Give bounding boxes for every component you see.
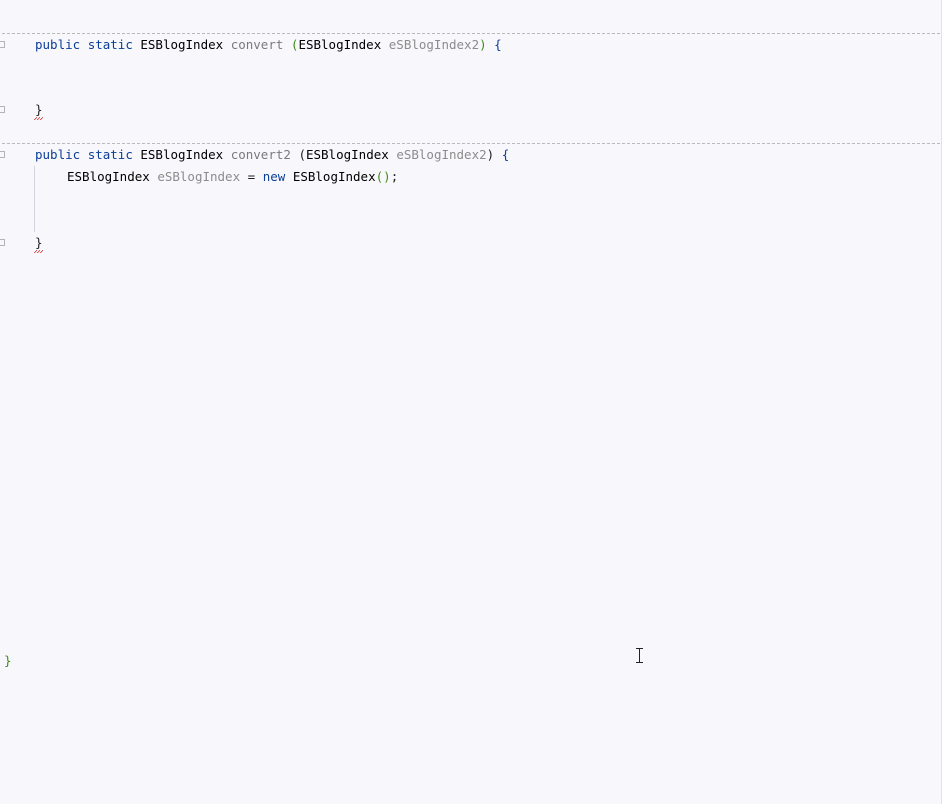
fold-marker-icon[interactable] (0, 151, 5, 158)
semicolon: ; (390, 169, 399, 184)
param-type: ESBlogIndex (305, 147, 389, 162)
fold-marker-icon[interactable] (0, 106, 5, 113)
param-type: ESBlogIndex (298, 37, 382, 52)
assign-operator: = (247, 169, 256, 184)
code-line-method1-signature[interactable]: public static ESBlogIndex convert (ESBlo… (35, 36, 502, 54)
close-brace-text: } (35, 102, 43, 117)
method-separator (2, 33, 940, 34)
open-brace: { (501, 147, 510, 162)
keyword-public: public (35, 147, 81, 162)
method-name: convert2 (230, 147, 291, 162)
fold-marker-icon[interactable] (0, 41, 5, 48)
keyword-static: static (87, 37, 133, 52)
error-squiggle (34, 117, 43, 120)
code-line-method2-signature[interactable]: public static ESBlogIndex convert2 (ESBl… (35, 146, 509, 164)
open-brace: { (494, 37, 502, 52)
var-type: ESBlogIndex (67, 169, 150, 184)
code-line-method2-body[interactable]: ESBlogIndex eSBlogIndex = new ESBlogInde… (67, 168, 398, 186)
indent-guide (34, 166, 35, 232)
ctor-parens: () (375, 169, 391, 184)
text-cursor-bottom (636, 662, 643, 663)
close-brace-text: } (35, 235, 43, 250)
close-paren: ) (486, 147, 495, 162)
close-brace: } (34, 102, 43, 120)
param-name: eSBlogIndex2 (396, 147, 487, 162)
keyword-static: static (87, 147, 133, 162)
method-name: convert (230, 37, 284, 52)
class-close-brace[interactable]: } (4, 652, 12, 670)
fold-marker-icon[interactable] (0, 239, 5, 246)
open-paren: ( (298, 147, 306, 162)
return-type: ESBlogIndex (140, 147, 224, 162)
text-cursor-icon (636, 648, 644, 663)
keyword-public: public (35, 37, 81, 52)
code-line-method1-close[interactable]: } (34, 101, 43, 120)
error-squiggle (34, 250, 43, 253)
text-cursor-bar (639, 649, 640, 662)
ctor-type: ESBlogIndex (292, 169, 376, 184)
keyword-new: new (262, 169, 286, 184)
param-name: eSBlogIndex2 (388, 37, 480, 52)
method-separator (2, 143, 940, 144)
close-brace: } (34, 235, 43, 253)
var-name: eSBlogIndex (157, 169, 241, 184)
code-editor[interactable]: public static ESBlogIndex convert (ESBlo… (0, 0, 942, 804)
return-type: ESBlogIndex (140, 37, 224, 52)
code-line-method2-close[interactable]: } (34, 234, 43, 253)
close-paren: ) (479, 37, 487, 52)
